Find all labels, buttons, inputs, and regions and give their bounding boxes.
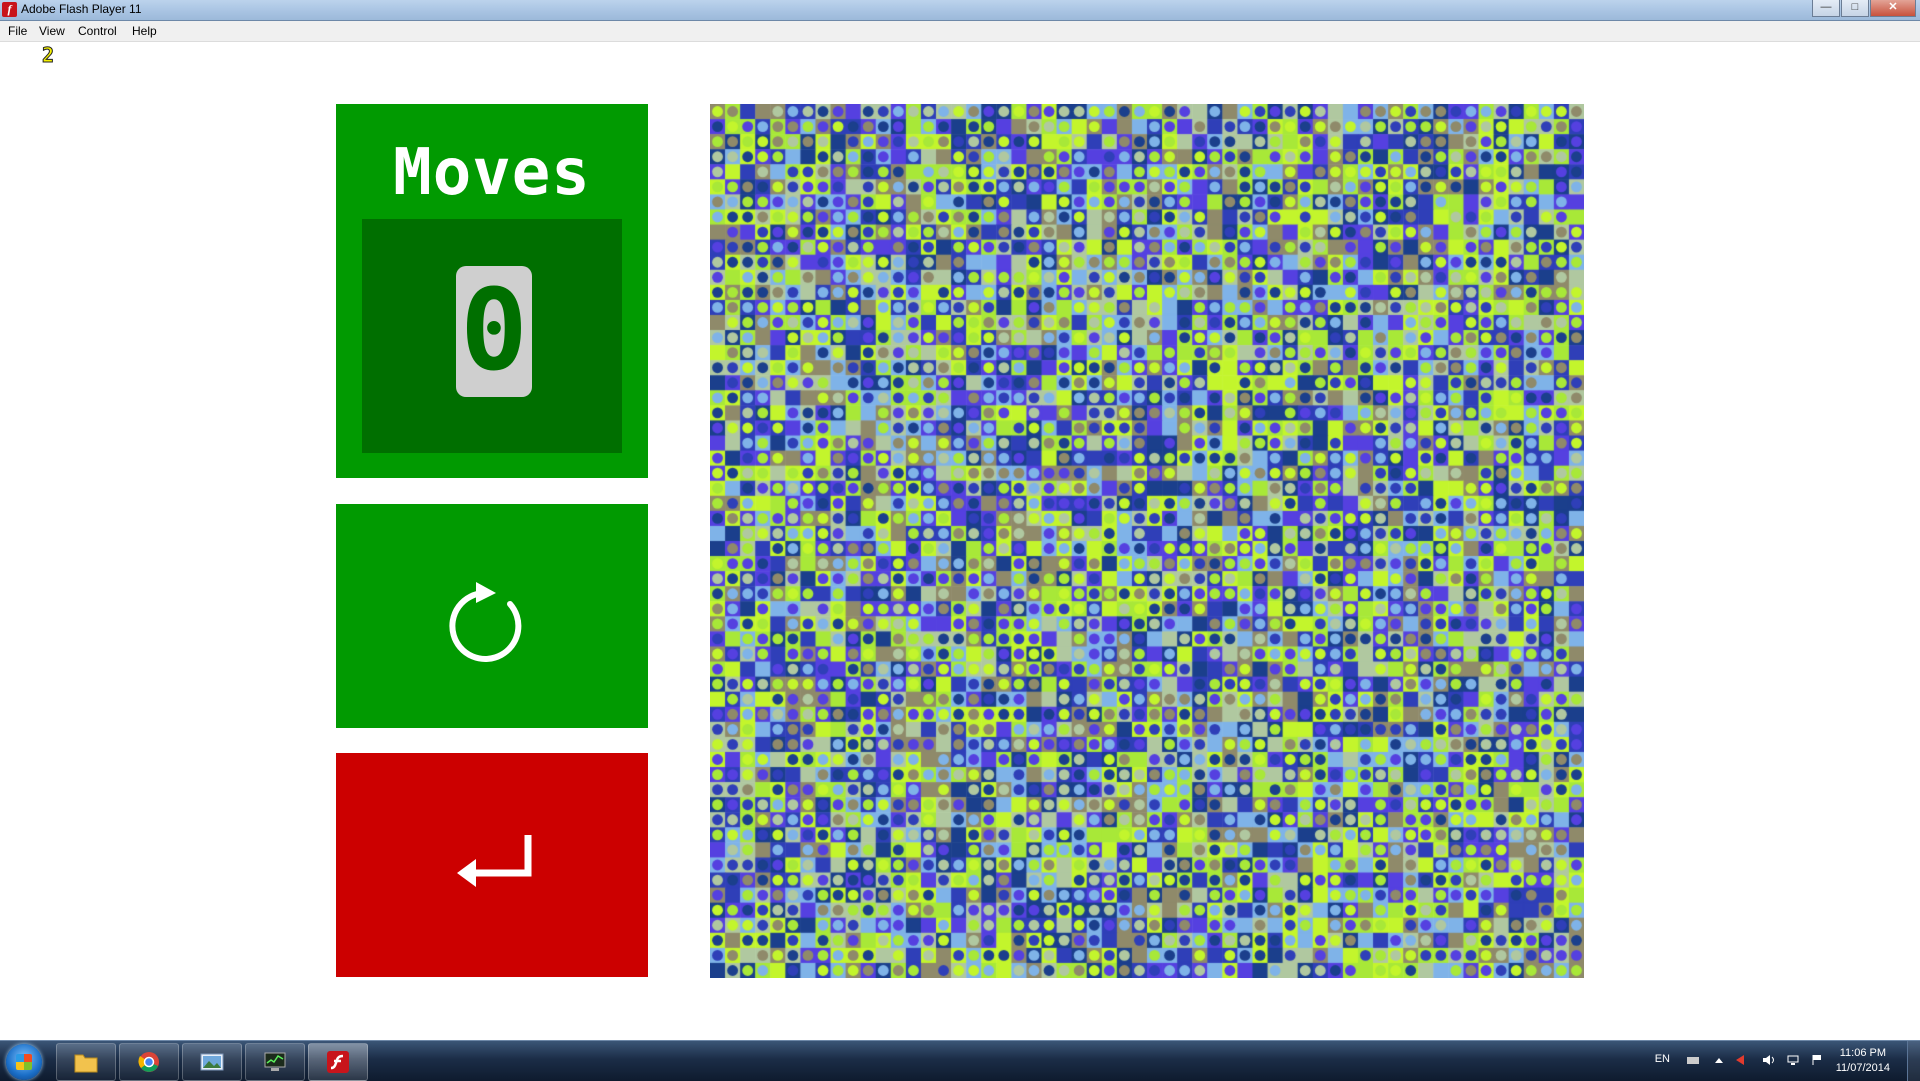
clock-date: 11/07/2014 — [1835, 1062, 1890, 1074]
action-center-flag-icon[interactable] — [1810, 1054, 1824, 1066]
show-hidden-icons-icon[interactable] — [1712, 1054, 1726, 1066]
folder-icon — [74, 1054, 98, 1073]
taskbar-app-flash-player[interactable] — [308, 1043, 368, 1081]
flash-icon: f — [2, 2, 17, 17]
chrome-icon — [138, 1052, 159, 1072]
return-arrow-icon — [457, 835, 532, 887]
close-icon: ✕ — [1888, 1, 1898, 13]
taskbar-app-task-manager[interactable] — [245, 1043, 305, 1081]
moves-counter-box: 0 — [362, 219, 622, 453]
menu-file[interactable]: File — [8, 24, 27, 38]
windows-logo-icon — [16, 1054, 32, 1070]
taskbar-app-pictures[interactable] — [182, 1043, 242, 1081]
board-tiles[interactable] — [710, 104, 1584, 978]
minimize-icon: — — [1820, 1, 1832, 13]
window-title: Adobe Flash Player 11 — [21, 2, 142, 16]
window-titlebar: f Adobe Flash Player 11 — □ ✕ — [0, 0, 1920, 21]
moves-value: 0 — [456, 266, 532, 397]
menu-view[interactable]: View — [39, 24, 65, 38]
show-desktop-button[interactable] — [1907, 1041, 1920, 1081]
monitor-icon — [264, 1052, 286, 1071]
maximize-icon: □ — [1851, 1, 1859, 13]
start-button[interactable] — [6, 1044, 42, 1080]
clock[interactable]: 11:06 PM 11/07/2014 — [1836, 1046, 1890, 1076]
moves-label: Moves — [393, 136, 591, 210]
moves-panel: Moves 0 — [336, 104, 648, 478]
clock-time: 11:06 PM — [1839, 1047, 1887, 1059]
taskbar-app-chrome[interactable] — [119, 1043, 179, 1081]
minimize-button[interactable]: — — [1812, 0, 1840, 17]
menu-bar: File View Control Help — [0, 21, 1920, 42]
taskbar: EN 11:06 PM 11/07/2014 — [0, 1040, 1920, 1081]
window-controls: — □ ✕ — [1811, 0, 1916, 18]
menu-control[interactable]: Control — [78, 24, 117, 38]
system-tray: EN 11:06 PM 11/07/2014 — [1620, 1041, 1920, 1081]
taskbar-app-explorer[interactable] — [56, 1043, 116, 1081]
flash-tray-icon[interactable] — [1734, 1054, 1748, 1066]
restart-arrow-icon — [449, 582, 522, 662]
language-indicator[interactable]: EN — [1655, 1053, 1670, 1065]
picture-icon — [200, 1053, 224, 1071]
close-button[interactable]: ✕ — [1870, 0, 1916, 17]
menu-help[interactable]: Help — [132, 24, 157, 38]
volume-icon[interactable] — [1762, 1054, 1776, 1066]
fps-counter: 2 — [41, 43, 55, 68]
network-icon[interactable] — [1786, 1054, 1800, 1066]
flash-icon — [327, 1051, 349, 1073]
maximize-button[interactable]: □ — [1841, 0, 1869, 17]
game-board[interactable] — [710, 104, 1584, 978]
back-button[interactable] — [336, 753, 648, 977]
keyboard-icon[interactable] — [1686, 1054, 1700, 1066]
restart-button[interactable] — [336, 504, 648, 728]
